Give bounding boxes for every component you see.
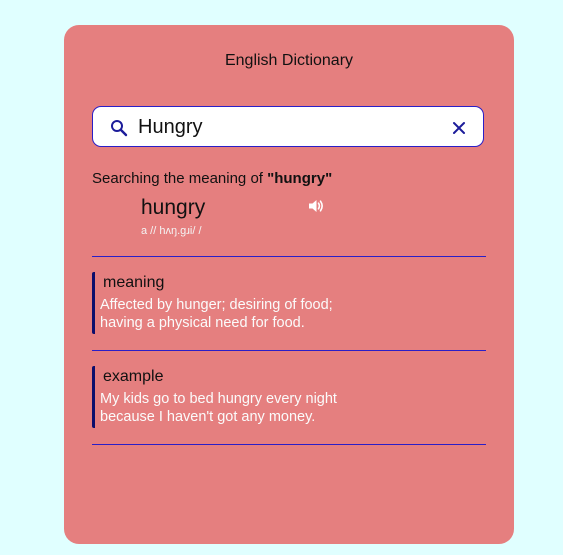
meaning-label: meaning [103, 274, 165, 291]
divider [92, 444, 486, 445]
result-word: hungry [141, 196, 206, 219]
meaning-block: meaning Affected by hunger; desiring of … [92, 272, 485, 334]
search-input[interactable] [138, 113, 438, 141]
example-label: example [103, 368, 164, 385]
search-status-query: "hungry" [267, 170, 333, 187]
search-box[interactable] [92, 106, 484, 147]
app-title: English Dictionary [224, 52, 354, 69]
example-block: example My kids go to bed hungry every n… [92, 366, 485, 428]
search-icon [111, 120, 128, 137]
divider [92, 256, 486, 257]
close-icon[interactable] [451, 120, 467, 136]
search-status: Searching the meaning of "hungry" [92, 170, 332, 187]
dictionary-card: English Dictionary Searching the meaning… [64, 25, 514, 544]
result-phonetic: a // hʌŋ.ɡɹi/ / [141, 225, 202, 237]
speaker-icon[interactable] [307, 197, 325, 215]
example-text: My kids go to bed hungry every night bec… [100, 391, 337, 425]
search-status-prefix: Searching the meaning of [92, 170, 268, 187]
meaning-text: Affected by hunger; desiring of food; ha… [100, 297, 333, 331]
divider [92, 350, 486, 351]
